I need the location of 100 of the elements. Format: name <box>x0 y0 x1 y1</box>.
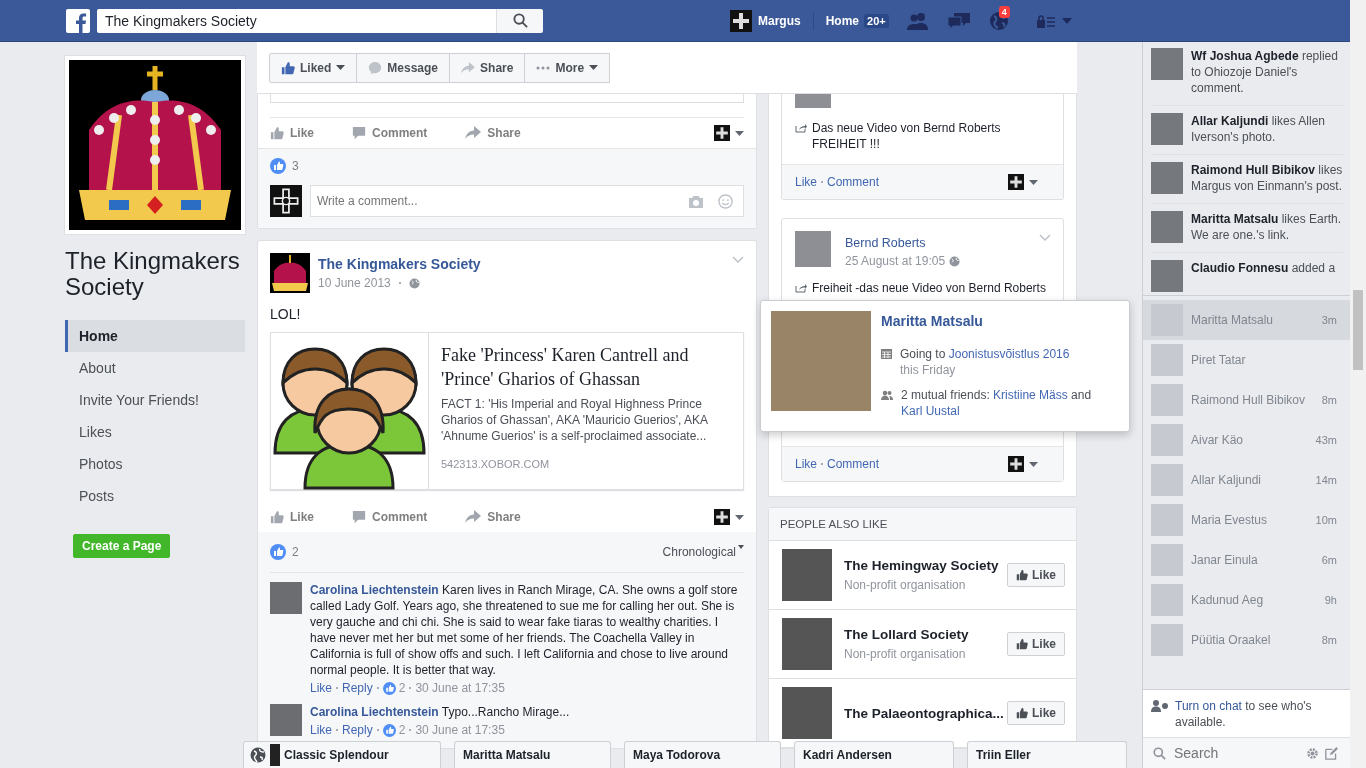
cross-icon[interactable] <box>714 125 730 141</box>
activity-item[interactable]: Allar Kaljundi likes Allen Iverson's photo. <box>1151 106 1343 155</box>
messages-icon[interactable] <box>946 11 971 30</box>
post-action-link[interactable]: Share <box>465 510 521 524</box>
page-category: Non-profit organisation <box>844 647 967 661</box>
page-name-link[interactable]: The Hemingway Society <box>844 558 999 573</box>
comment-action-link[interactable]: Reply <box>342 681 373 695</box>
crown-drawing[interactable] <box>65 56 245 234</box>
compose-icon[interactable] <box>1325 746 1338 760</box>
chat-tab[interactable]: Kadri Andersen <box>794 741 954 768</box>
post-action-link[interactable]: Like <box>270 510 314 524</box>
last-active-time: 10m <box>1315 514 1337 526</box>
activity-item[interactable]: Wf Joshua Agbede replied to Ohiozoje Daniel's comment. <box>1151 42 1343 106</box>
page-action-button[interactable]: Share <box>449 52 526 83</box>
comment-input-field[interactable]: Write a comment... <box>311 193 674 209</box>
like-button[interactable]: Like <box>1007 563 1065 587</box>
comment-action-link[interactable]: Like <box>310 681 332 695</box>
sort-dropdown[interactable]: Chronological <box>662 545 744 559</box>
person-dot-icon <box>1151 700 1169 712</box>
mutual-friends-text: 2 mutual friends: Kristiine Mäss and Karl Uustal <box>901 387 1093 419</box>
dots-icon <box>536 65 551 70</box>
search-icon <box>1153 746 1166 760</box>
post-action-link[interactable]: Share <box>465 126 521 140</box>
profile-name-link[interactable]: Maritta Matsalu <box>881 313 1119 329</box>
friends-icon <box>881 390 893 400</box>
activity-item[interactable]: Maritta Matsalu likes Earth. We are one.'s link. <box>1151 204 1343 253</box>
chat-search-field[interactable]: Search <box>1172 744 1300 762</box>
post-author-link[interactable]: Bernd Roberts <box>845 236 961 250</box>
friend-link[interactable]: Karl Uustal <box>901 404 960 418</box>
nav-link[interactable]: Home <box>65 320 245 352</box>
chat-bubble-icon <box>368 60 383 75</box>
post-action-link[interactable]: Comment <box>827 457 880 471</box>
like-button[interactable]: Like <box>1007 701 1065 725</box>
cross-icon[interactable] <box>1008 174 1024 190</box>
post-action-link[interactable]: Comment <box>352 126 428 140</box>
event-link[interactable]: Joonistusvõistlus 2016 <box>948 347 1070 361</box>
nav-link[interactable]: Invite Your Friends! <box>65 384 245 416</box>
link-title[interactable]: Fake 'Princess' Karen Cantrell and 'Prince' Gharios of Ghassan <box>441 343 731 391</box>
chat-tab[interactable]: Triin Eller <box>967 741 1127 768</box>
friends-icon[interactable] <box>906 11 929 30</box>
comment-action-link[interactable]: Like <box>310 723 332 737</box>
post-action-link[interactable]: Comment <box>352 510 428 524</box>
cross-icon[interactable] <box>714 509 730 525</box>
page-action-button[interactable]: More <box>524 52 611 83</box>
activity-text: Maritta Matsalu likes Earth. We are one.'s link. <box>1191 211 1343 243</box>
search-button[interactable] <box>496 8 543 33</box>
caret-icon[interactable] <box>735 514 744 520</box>
thumbs-up-icon <box>1016 638 1028 650</box>
query-input-field[interactable]: The Kingmakers Society <box>97 8 496 33</box>
smiley-icon[interactable] <box>718 193 733 209</box>
like-button[interactable]: Like <box>1007 632 1065 656</box>
chat-tab[interactable]: Maritta Matsalu <box>454 741 611 768</box>
crown-avatar-icon[interactable] <box>270 253 310 293</box>
caret-icon[interactable] <box>735 130 744 136</box>
commenter-link[interactable]: Carolina Liechtenstein <box>310 705 439 719</box>
chat-search-bar[interactable]: Search <box>1143 737 1350 768</box>
camera-icon[interactable] <box>688 194 704 208</box>
page-action-button[interactable]: Liked <box>269 52 358 83</box>
nav-link[interactable]: Photos <box>65 448 245 480</box>
scrollbar[interactable] <box>1350 0 1366 768</box>
cross-icon[interactable] <box>1008 456 1024 472</box>
f-logo-icon[interactable] <box>66 8 90 33</box>
page-title: The Kingmakers Society <box>65 248 241 300</box>
photo-placeholder <box>1151 504 1183 536</box>
lock-icon[interactable] <box>1036 13 1055 28</box>
share-arrow-icon <box>465 510 482 524</box>
profile-link[interactable]: Margus <box>730 9 801 32</box>
turn-on-chat-link[interactable]: Turn on chat <box>1175 699 1242 713</box>
nav-link[interactable]: About <box>65 352 245 384</box>
settings-icon[interactable] <box>1306 746 1319 760</box>
page-action-button[interactable]: Message <box>356 52 451 83</box>
home-link[interactable]: Home 20+ <box>825 13 889 28</box>
post-action-link[interactable]: Like <box>270 126 314 140</box>
caret-icon[interactable] <box>1029 461 1038 467</box>
nav-link[interactable]: Posts <box>65 480 245 512</box>
chevron-down-icon[interactable] <box>1039 234 1051 241</box>
chevron-down-icon[interactable] <box>732 256 744 263</box>
page-name-link[interactable]: The Palaeontographica... <box>844 705 1004 721</box>
friend-link[interactable]: Kristiine Mäss <box>993 388 1068 402</box>
post-author-link[interactable]: The Kingmakers Society <box>318 256 481 272</box>
comment-box[interactable]: Write a comment... <box>310 185 744 217</box>
post-action-link[interactable]: Like <box>795 457 817 471</box>
activity-item[interactable]: Raimond Hull Bibikov likes Margus von Einmann's post. <box>1151 155 1343 204</box>
thumbs-up-icon <box>270 126 284 140</box>
chat-tab[interactable]: Maya Todorova <box>624 741 781 768</box>
page-name-link[interactable]: The Lollard Society <box>844 627 969 642</box>
photo-placeholder <box>1151 544 1183 576</box>
magnifier-icon <box>512 13 528 28</box>
commenter-link[interactable]: Carolina Liechtenstein <box>310 583 439 597</box>
post-action-link[interactable]: Comment <box>827 175 880 189</box>
nav-link[interactable]: Likes <box>65 416 245 448</box>
post-action-link[interactable]: Like <box>795 175 817 189</box>
photo-placeholder <box>1151 211 1183 243</box>
comment-text: Carolina Liechtenstein Karen lives in Ranch Mirage, CA. She owns a golf store called Lady Golf. Years ago, she threatened to sue me for calling her out. She is very gauche and chi chi. She is said to wear fake tiaras to wealthy charities. I have never met her but met some of her friends. The Coachella Valley in California is full of show offs and such. I left California and chose to live around normal people. It is better that way. <box>310 582 739 678</box>
caret-icon <box>738 545 744 549</box>
cross-icon <box>730 9 752 32</box>
caret-icon[interactable] <box>1029 179 1038 185</box>
comment-action-link[interactable]: Reply <box>342 723 373 737</box>
chat-tab[interactable]: Classic Splendour <box>243 741 441 768</box>
last-active-time: 3m <box>1321 314 1337 326</box>
